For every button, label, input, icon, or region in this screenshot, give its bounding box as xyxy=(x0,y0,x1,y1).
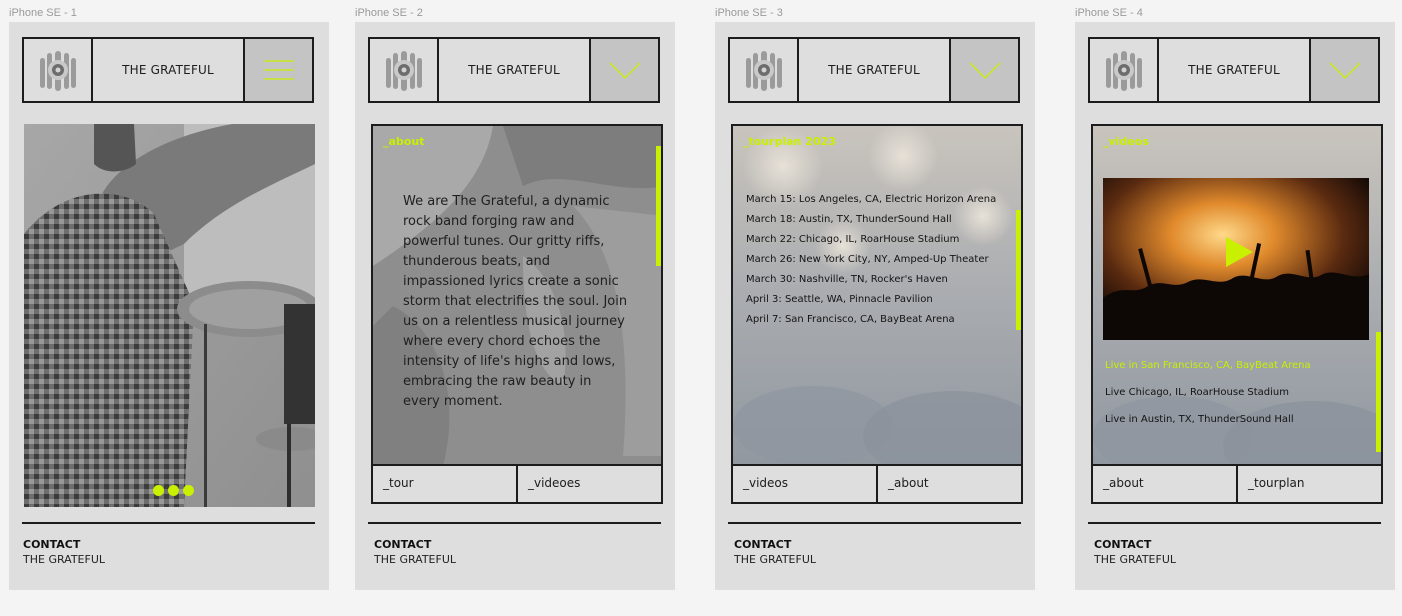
nav-tourplan-link[interactable]: _tourplan xyxy=(1238,466,1381,502)
tour-date-item[interactable]: April 3: Seattle, WA, Pinnacle Pavilion xyxy=(746,290,996,310)
tour-date-item[interactable]: March 15: Los Angeles, CA, Electric Hori… xyxy=(746,190,996,210)
frame-label: iPhone SE - 3 xyxy=(715,7,783,19)
videos-title: _videos xyxy=(1103,135,1149,148)
tour-dates-list: March 15: Los Angeles, CA, Electric Hori… xyxy=(746,190,996,330)
carousel-dots[interactable] xyxy=(153,485,194,496)
nav-about-link[interactable]: _about xyxy=(878,466,1021,502)
hero-photo xyxy=(24,124,315,507)
carousel-dot[interactable] xyxy=(153,485,164,496)
section-nav: _videos _about xyxy=(733,464,1021,502)
video-item[interactable]: Live Chicago, IL, RoarHouse Stadium xyxy=(1105,387,1311,414)
tour-title: _tourplan 2023 xyxy=(743,135,836,148)
frame-tour: THE GRATEFUL _tourplan 2023 March 15: Lo… xyxy=(715,22,1035,590)
scrollbar[interactable] xyxy=(1016,210,1021,330)
tour-date-item[interactable]: March 26: New York City, NY, Amped-Up Th… xyxy=(746,250,996,270)
contact-heading[interactable]: CONTACT xyxy=(374,538,431,551)
footer-divider xyxy=(728,522,1021,524)
tour-date-item[interactable]: March 18: Austin, TX, ThunderSound Hall xyxy=(746,210,996,230)
contact-heading[interactable]: CONTACT xyxy=(1094,538,1151,551)
frame-label: iPhone SE - 1 xyxy=(9,7,77,19)
video-player[interactable] xyxy=(1103,178,1369,340)
chevron-down-icon xyxy=(1329,62,1360,79)
tour-panel: _tourplan 2023 March 15: Los Angeles, CA… xyxy=(731,124,1023,504)
contact-name: THE GRATEFUL xyxy=(374,553,457,566)
scrollbar[interactable] xyxy=(656,146,661,266)
hamburger-menu-icon xyxy=(263,60,294,80)
chevron-down-icon xyxy=(609,62,640,79)
scrollbar[interactable] xyxy=(1376,332,1381,452)
logo[interactable] xyxy=(730,39,799,101)
header: THE GRATEFUL xyxy=(1088,37,1380,103)
tour-date-item[interactable]: April 7: San Francisco, CA, BayBeat Aren… xyxy=(746,310,996,330)
frame-label: iPhone SE - 2 xyxy=(355,7,423,19)
band-logo-icon xyxy=(385,51,422,91)
frame-label: iPhone SE - 4 xyxy=(1075,7,1143,19)
nav-tour-link[interactable]: _tour xyxy=(373,466,518,502)
footer-divider xyxy=(1088,522,1381,524)
band-logo-icon xyxy=(1105,51,1142,91)
tour-date-item[interactable]: March 30: Nashville, TN, Rocker's Haven xyxy=(746,270,996,290)
header-title: THE GRATEFUL xyxy=(468,63,560,77)
logo[interactable] xyxy=(1090,39,1159,101)
header-title: THE GRATEFUL xyxy=(1188,63,1280,77)
video-list: Live in San Francisco, CA, BayBeat Arena… xyxy=(1105,360,1311,441)
band-logo-icon xyxy=(745,51,782,91)
menu-button[interactable] xyxy=(243,39,312,101)
frame-home: THE GRATEFUL CONTACT THE GRATEFUL xyxy=(9,22,329,590)
about-title: _about xyxy=(383,135,425,148)
contact-name: THE GRATEFUL xyxy=(23,553,106,566)
header-title: THE GRATEFUL xyxy=(828,63,920,77)
collapse-menu-button[interactable] xyxy=(589,39,658,101)
play-icon[interactable] xyxy=(1224,236,1254,268)
about-body: We are The Grateful, a dynamic rock band… xyxy=(403,194,628,409)
video-item[interactable]: Live in San Francisco, CA, BayBeat Arena xyxy=(1105,360,1311,387)
frame-about: THE GRATEFUL _about We are The Grateful,… xyxy=(355,22,675,590)
band-logo-icon xyxy=(39,51,76,91)
carousel-dot[interactable] xyxy=(168,485,179,496)
carousel-dot[interactable] xyxy=(183,485,194,496)
tour-date-item[interactable]: March 22: Chicago, IL, RoarHouse Stadium xyxy=(746,230,996,250)
nav-videos-link[interactable]: _videoes xyxy=(518,466,661,502)
header: THE GRATEFUL xyxy=(368,37,660,103)
footer-divider xyxy=(368,522,661,524)
logo[interactable] xyxy=(24,39,93,101)
section-nav: _about _tourplan xyxy=(1093,464,1381,502)
videos-panel: _videos Live in San Francisco, CA, BayBe… xyxy=(1091,124,1383,504)
collapse-menu-button[interactable] xyxy=(1309,39,1378,101)
footer-divider xyxy=(22,522,315,524)
header: THE GRATEFUL xyxy=(728,37,1020,103)
contact-name: THE GRATEFUL xyxy=(1094,553,1177,566)
section-nav: _tour _videoes xyxy=(373,464,661,502)
about-panel: _about We are The Grateful, a dynamic ro… xyxy=(371,124,663,504)
frame-videos: THE GRATEFUL _videos Live in San Francis… xyxy=(1075,22,1395,590)
logo[interactable] xyxy=(370,39,439,101)
nav-videos-link[interactable]: _videos xyxy=(733,466,878,502)
contact-name: THE GRATEFUL xyxy=(734,553,817,566)
collapse-menu-button[interactable] xyxy=(949,39,1018,101)
chevron-down-icon xyxy=(969,62,1000,79)
nav-about-link[interactable]: _about xyxy=(1093,466,1238,502)
header-title: THE GRATEFUL xyxy=(122,63,214,77)
video-item[interactable]: Live in Austin, TX, ThunderSound Hall xyxy=(1105,414,1311,441)
header: THE GRATEFUL xyxy=(22,37,314,103)
contact-heading[interactable]: CONTACT xyxy=(734,538,791,551)
contact-heading[interactable]: CONTACT xyxy=(23,538,80,551)
